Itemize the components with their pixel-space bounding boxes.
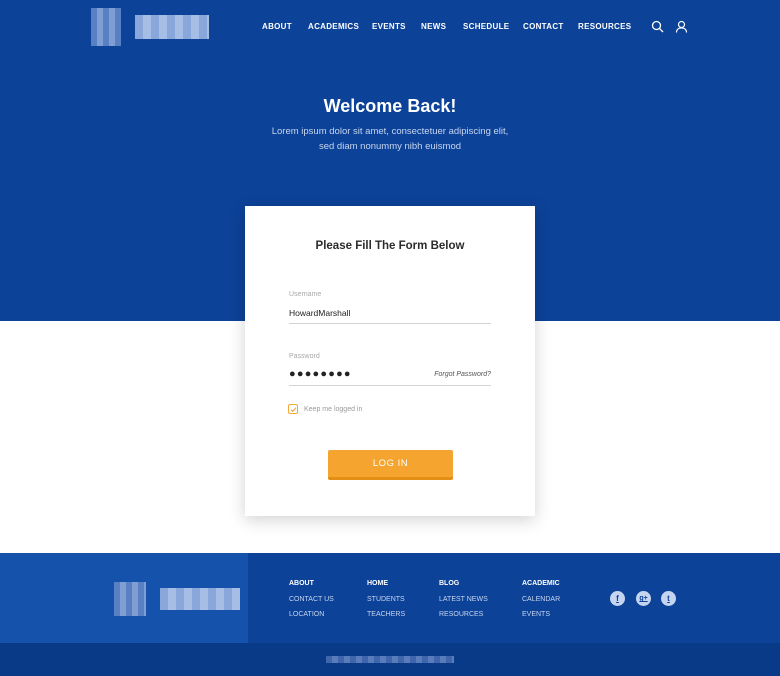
- form-title: Please Fill The Form Below: [315, 240, 465, 252]
- username-label: Username: [289, 291, 322, 298]
- keep-logged-in-label: Keep me logged in: [304, 405, 363, 413]
- footer-heading: ABOUT: [289, 580, 314, 587]
- footer-link-latest-news[interactable]: LATEST NEWS: [439, 596, 488, 603]
- login-card: Please Fill The Form Below Username Pass…: [245, 206, 535, 516]
- nav-events[interactable]: EVENTS: [372, 22, 421, 31]
- footer-column-home: HOME STUDENTS TEACHERS: [367, 580, 405, 626]
- footer-link-events[interactable]: EVENTS: [522, 611, 560, 618]
- footer-logo-panel: [0, 553, 248, 643]
- nav-academics[interactable]: ACADEMICS: [308, 22, 372, 31]
- username-field[interactable]: [289, 302, 491, 324]
- footer-heading: BLOG: [439, 580, 460, 587]
- search-icon[interactable]: [651, 20, 664, 38]
- page-title: Welcome Back!: [323, 96, 457, 116]
- main-nav: ABOUT ACADEMICS EVENTS NEWS SCHEDULE CON…: [262, 22, 638, 31]
- forgot-password-link[interactable]: Forgot Password?: [434, 371, 491, 378]
- footer-link-location[interactable]: LOCATION: [289, 611, 334, 618]
- footer-heading: ACADEMIC: [522, 580, 560, 587]
- page-subtitle: Lorem ipsum dolor sit amet, consectetuer…: [0, 124, 780, 154]
- google-plus-icon[interactable]: g+: [636, 591, 651, 606]
- keep-logged-in-checkbox[interactable]: [288, 404, 298, 414]
- user-icon[interactable]: [675, 20, 688, 38]
- login-button[interactable]: LOG IN: [328, 450, 453, 480]
- nav-about[interactable]: ABOUT: [262, 22, 308, 31]
- footer-logo-wordmark: [160, 588, 240, 610]
- site-logo[interactable]: [91, 8, 209, 46]
- site-footer: ABOUT CONTACT US LOCATION HOME STUDENTS …: [0, 553, 780, 676]
- nav-contact[interactable]: CONTACT: [523, 22, 578, 31]
- nav-news[interactable]: NEWS: [421, 22, 463, 31]
- footer-heading: HOME: [367, 580, 388, 587]
- footer-link-calendar[interactable]: CALENDAR: [522, 596, 560, 603]
- keep-logged-in[interactable]: Keep me logged in: [288, 404, 362, 414]
- password-dots: ●●●●●●●●: [289, 368, 352, 380]
- footer-link-students[interactable]: STUDENTS: [367, 596, 405, 603]
- copyright-text-blurred: [326, 656, 454, 663]
- footer-column-blog: BLOG LATEST NEWS RESOURCES: [439, 580, 488, 626]
- nav-schedule[interactable]: SCHEDULE: [463, 22, 523, 31]
- footer-logo-mark: [114, 582, 146, 616]
- subtitle-line-2: sed diam nonummy nibh euismod: [318, 141, 462, 152]
- footer-bottom-bar: [0, 643, 780, 676]
- footer-link-contact-us[interactable]: CONTACT US: [289, 596, 334, 603]
- check-icon: [290, 406, 296, 412]
- nav-resources[interactable]: RESOURCES: [578, 22, 638, 31]
- subtitle-line-1: Lorem ipsum dolor sit amet, consectetuer…: [271, 126, 509, 137]
- footer-link-resources[interactable]: RESOURCES: [439, 611, 488, 618]
- logo-mark: [91, 8, 121, 46]
- facebook-icon[interactable]: f: [610, 591, 625, 606]
- footer-link-teachers[interactable]: TEACHERS: [367, 611, 405, 618]
- password-label: Password: [289, 353, 320, 360]
- logo-wordmark: [135, 15, 209, 39]
- footer-column-academic: ACADEMIC CALENDAR EVENTS: [522, 580, 560, 626]
- footer-logo[interactable]: [114, 582, 240, 616]
- footer-column-about: ABOUT CONTACT US LOCATION: [289, 580, 334, 626]
- twitter-icon[interactable]: t: [661, 591, 676, 606]
